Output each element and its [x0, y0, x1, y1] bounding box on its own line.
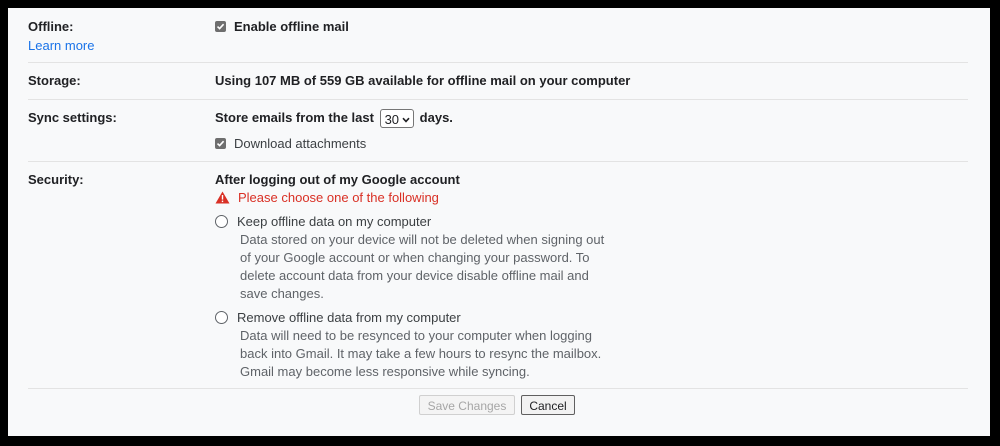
save-changes-button[interactable]: Save Changes — [419, 395, 515, 415]
enable-offline-label: Enable offline mail — [234, 19, 349, 34]
checkbox-checked-icon — [215, 138, 226, 149]
store-emails-prefix: Store emails from the last — [215, 109, 374, 125]
security-label: Security: — [28, 172, 84, 187]
divider — [28, 388, 968, 389]
radio-unselected-icon — [215, 215, 228, 228]
warning-icon — [215, 191, 230, 207]
divider — [28, 161, 968, 162]
divider — [28, 62, 968, 63]
keep-data-description: Data stored on your device will not be d… — [240, 232, 605, 301]
download-attachments-label: Download attachments — [234, 136, 367, 151]
remove-data-option[interactable]: Remove offline data from my computer — [215, 310, 461, 325]
store-emails-line: Store emails from the last 30 days. — [215, 109, 453, 128]
security-heading: After logging out of my Google account — [215, 172, 460, 187]
learn-more-link[interactable]: Learn more — [28, 38, 94, 53]
storage-label: Storage: — [28, 73, 81, 88]
sync-settings-row: Sync settings: Store emails from the las… — [28, 109, 974, 161]
days-select-value: 30 — [384, 112, 400, 127]
storage-row: Storage: Using 107 MB of 559 GB availabl… — [28, 73, 974, 97]
security-row: Security: After logging out of my Google… — [28, 172, 974, 382]
offline-row: Offline: Learn more Enable offline mail — [28, 18, 974, 68]
keep-data-label: Keep offline data on my computer — [237, 214, 432, 229]
warning-text: Please choose one of the following — [238, 190, 439, 205]
divider — [28, 99, 968, 100]
download-attachments-checkbox[interactable]: Download attachments — [215, 136, 366, 151]
store-emails-suffix: days. — [419, 109, 453, 125]
sync-settings-label: Sync settings: — [28, 110, 117, 125]
enable-offline-checkbox[interactable]: Enable offline mail — [215, 19, 349, 34]
offline-settings-panel: Offline: Learn more Enable offline mail … — [8, 8, 990, 436]
radio-unselected-icon — [215, 311, 228, 324]
offline-label: Offline: — [28, 19, 74, 34]
keep-data-option[interactable]: Keep offline data on my computer — [215, 214, 431, 229]
cancel-button[interactable]: Cancel — [521, 395, 575, 415]
chevron-down-icon — [402, 110, 410, 127]
checkbox-checked-icon — [215, 21, 226, 32]
warning-message: Please choose one of the following — [215, 190, 439, 207]
days-select[interactable]: 30 — [379, 109, 415, 128]
remove-data-label: Remove offline data from my computer — [237, 310, 461, 325]
remove-data-description: Data will need to be resynced to your co… — [240, 328, 602, 379]
storage-text: Using 107 MB of 559 GB available for off… — [215, 73, 631, 88]
